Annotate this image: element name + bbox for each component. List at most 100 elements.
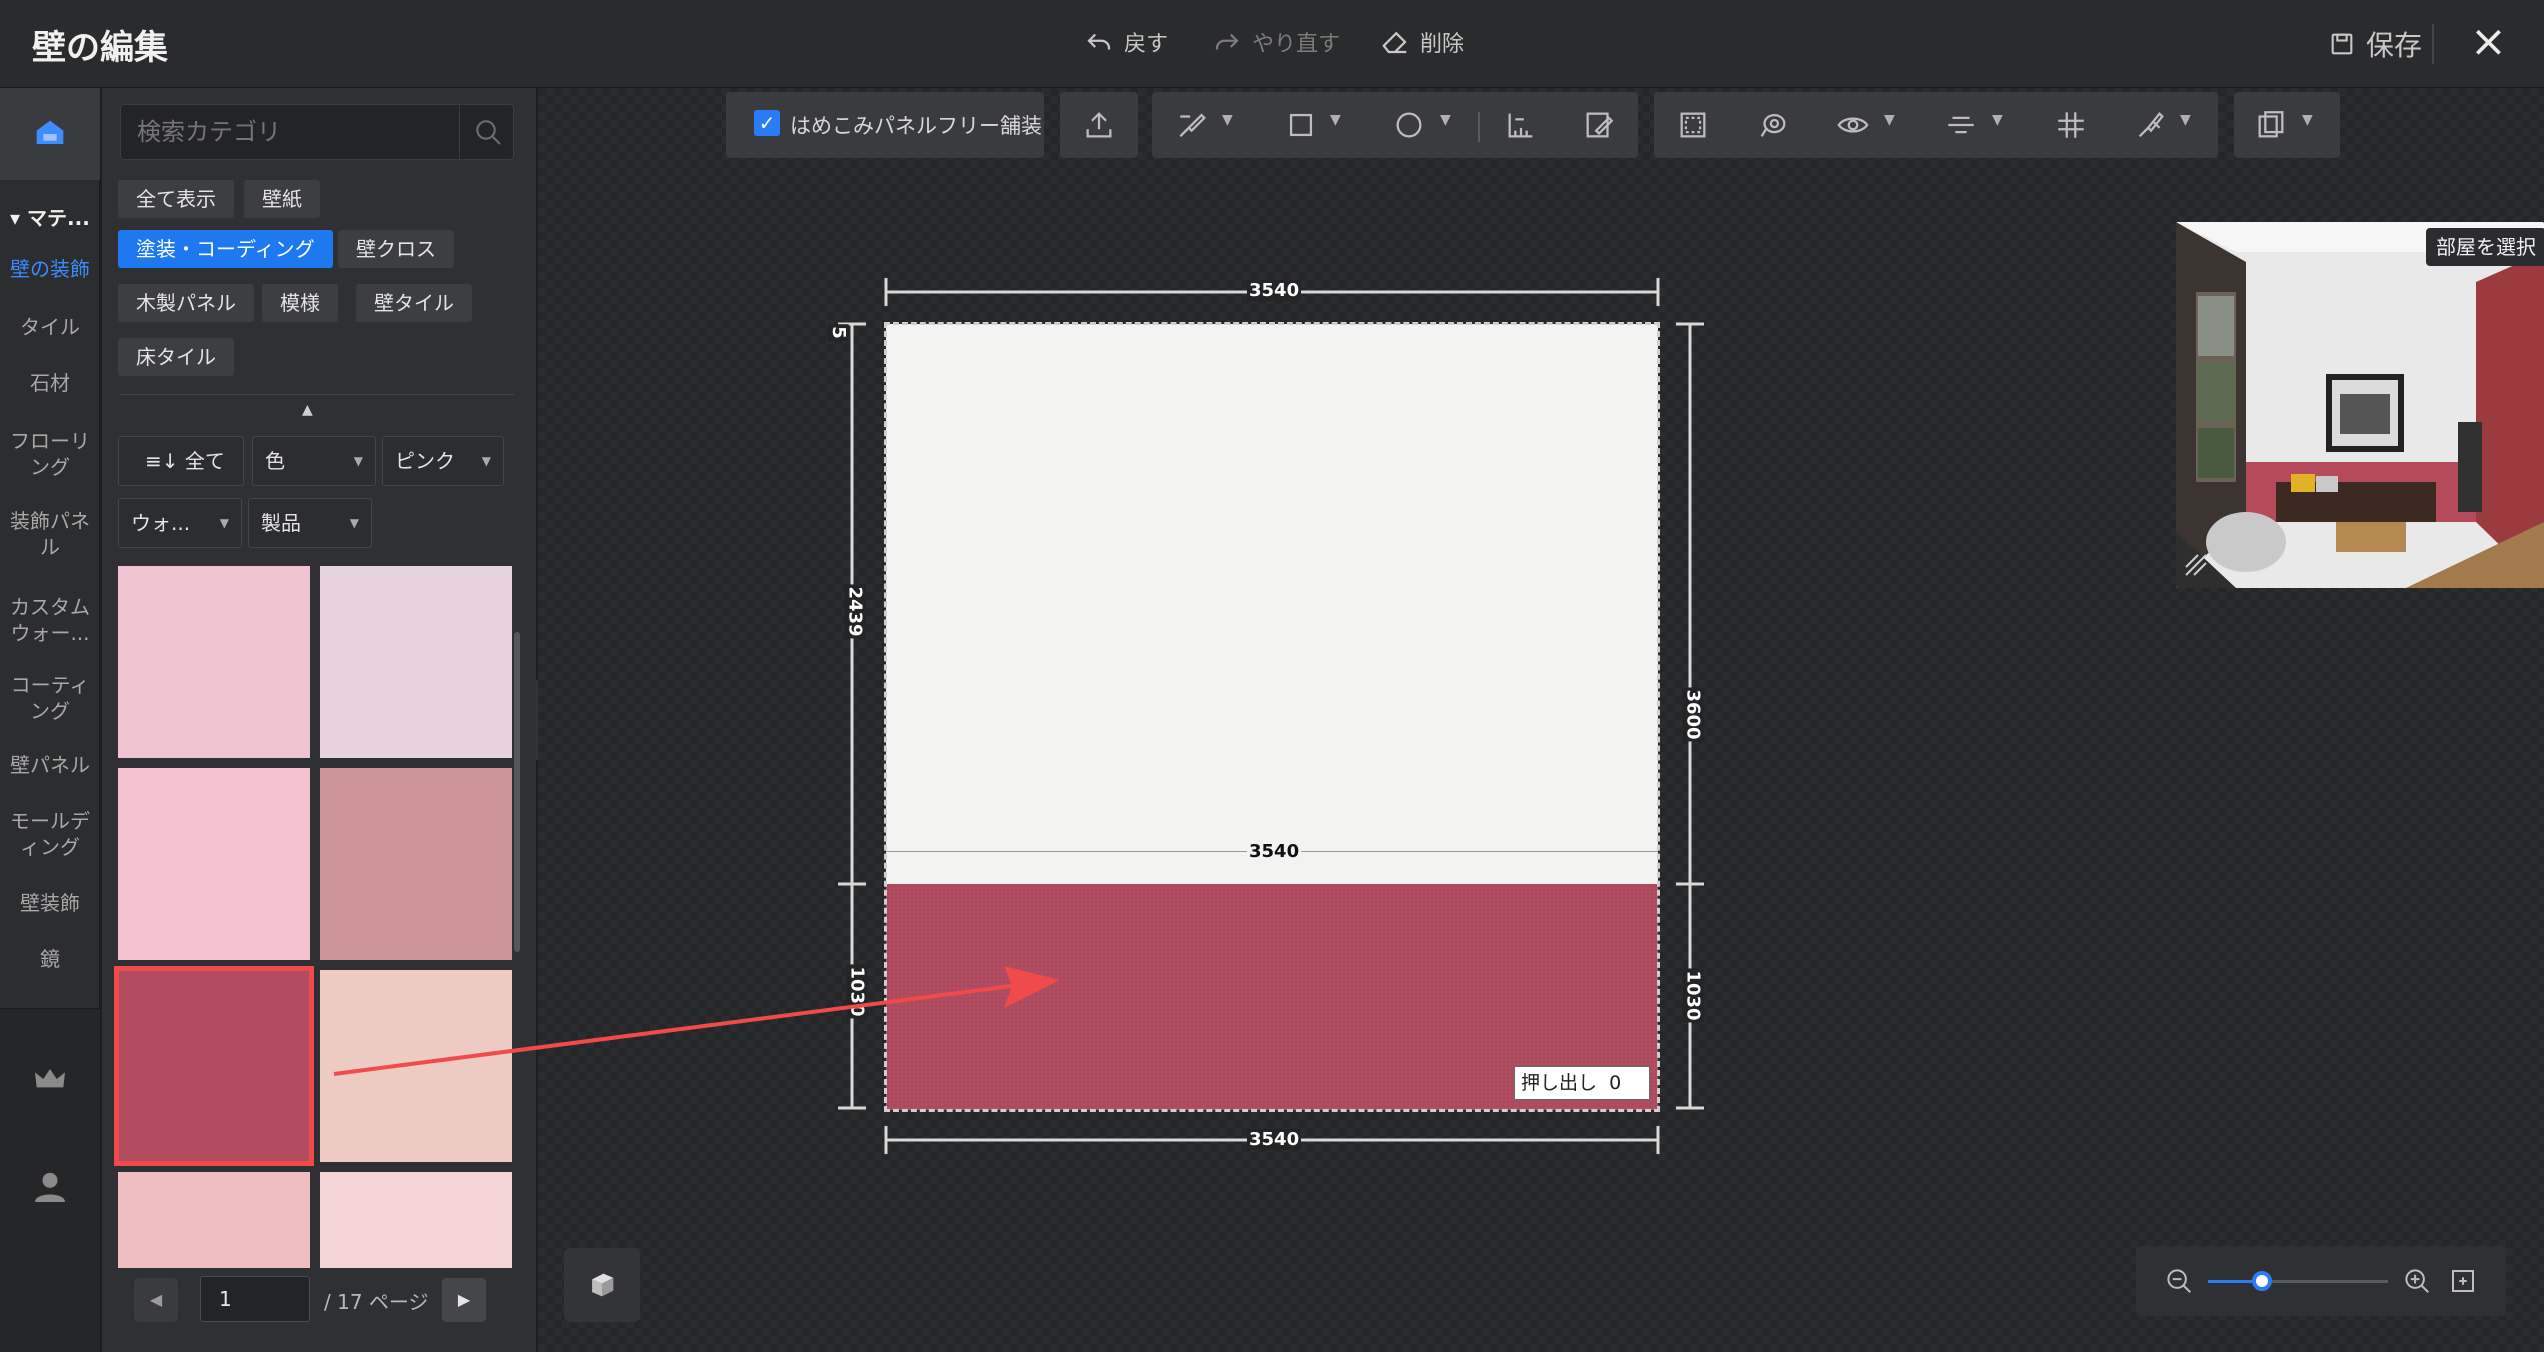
chevron-down-icon[interactable]: ▼: [1330, 112, 1341, 128]
rectangle-icon[interactable]: [1284, 108, 1318, 142]
search-button[interactable]: [459, 105, 515, 159]
rail-item-stone[interactable]: 石材: [0, 370, 100, 396]
materials-tab[interactable]: [0, 88, 100, 180]
divider: [2432, 24, 2434, 64]
room-3d-preview[interactable]: [2176, 222, 2544, 588]
material-swatch[interactable]: [118, 768, 310, 960]
material-swatch[interactable]: [320, 566, 512, 758]
rail-section-header[interactable]: ▾ マテ...: [10, 202, 90, 231]
zoom-in-icon[interactable]: [2402, 1266, 2432, 1296]
rail-item-flooring[interactable]: フローリング: [0, 428, 100, 480]
lasso-icon[interactable]: [1756, 108, 1790, 142]
zoom-slider-thumb[interactable]: [2252, 1271, 2272, 1291]
undo-icon: [1087, 33, 1111, 50]
next-page-button[interactable]: ▶: [442, 1278, 486, 1322]
sort-icon: ≡↓: [145, 449, 185, 473]
rail-item-mirror[interactable]: 鏡: [0, 946, 100, 972]
paving-checkbox-label: はめこみパネルフリー舗装: [790, 114, 1042, 138]
rail-item-wall-decor[interactable]: 壁の装飾: [0, 256, 100, 282]
material-swatch[interactable]: [118, 566, 310, 758]
material-swatch[interactable]: [114, 966, 314, 1166]
chip-wall-tile[interactable]: 壁タイル: [356, 284, 472, 322]
upload-icon[interactable]: [1082, 108, 1116, 142]
rail-item-molding[interactable]: モールディング: [0, 808, 100, 860]
color-value-label: ピンク: [395, 449, 455, 473]
chevron-down-icon[interactable]: ▼: [1884, 112, 1895, 128]
delete-button[interactable]: 削除: [1380, 26, 1464, 58]
rail-item-decor-panel[interactable]: 装飾パネル: [0, 508, 100, 560]
search-box: [120, 104, 514, 160]
chevron-down-icon: ▼: [219, 516, 229, 530]
close-button[interactable]: ×: [2470, 20, 2507, 64]
dimension-lower-height-right: 1030: [1682, 968, 1704, 1023]
extrude-field[interactable]: 押し出し 0: [1514, 1066, 1650, 1100]
page-total: / 17 ページ: [324, 1290, 429, 1314]
color-filter-label: 色: [265, 449, 285, 473]
rail-item-custom-wall[interactable]: カスタムウォー...: [0, 594, 100, 646]
chevron-down-icon[interactable]: ▼: [2180, 112, 2191, 128]
rail-item-wall-panel[interactable]: 壁パネル: [0, 752, 100, 778]
chip-wood-panel[interactable]: 木製パネル: [118, 284, 254, 322]
search-icon: [475, 120, 501, 145]
undo-button[interactable]: 戻す: [1084, 26, 1168, 58]
brush-icon[interactable]: [2134, 108, 2168, 142]
material-swatch[interactable]: [320, 768, 512, 960]
measure-icon[interactable]: [1504, 108, 1538, 142]
room-render-image: [2176, 222, 2544, 588]
prev-page-button[interactable]: ◀: [134, 1278, 178, 1322]
color-filter[interactable]: 色 ▼: [252, 436, 376, 486]
view-3d-button[interactable]: [564, 1248, 640, 1322]
divider: [120, 394, 514, 395]
chevron-down-icon[interactable]: ▼: [2302, 112, 2313, 128]
chevron-right-icon: ▶: [457, 1290, 471, 1309]
chevron-down-icon: ▼: [349, 516, 359, 530]
eye-icon[interactable]: [1836, 108, 1870, 142]
rail-bottom: [0, 1008, 100, 1352]
cube-icon: [592, 1273, 614, 1297]
save-button[interactable]: 保存: [2328, 24, 2422, 64]
scrollbar[interactable]: [514, 632, 520, 952]
material-swatch[interactable]: [320, 970, 512, 1162]
chip-pattern[interactable]: 模様: [262, 284, 338, 322]
chip-paint-coating[interactable]: 塗装・コーディング: [118, 230, 333, 268]
paving-checkbox[interactable]: ✓: [754, 110, 780, 136]
sort-filter[interactable]: ≡↓ 全て: [118, 436, 244, 486]
save-icon: [2331, 33, 2353, 55]
zoom-out-icon[interactable]: [2164, 1266, 2194, 1296]
crown-icon[interactable]: [30, 1059, 70, 1099]
draw-path-icon[interactable]: [1176, 108, 1210, 142]
room-select-button[interactable]: 部屋を選択: [2426, 228, 2544, 266]
wall-type-label: ウォ...: [131, 511, 191, 535]
redo-button[interactable]: やり直す: [1212, 26, 1340, 58]
dimension-lines: [838, 278, 1704, 1154]
color-value-filter[interactable]: ピンク ▼: [382, 436, 504, 486]
fit-view-icon[interactable]: [2448, 1266, 2478, 1296]
edit-area-icon[interactable]: [1582, 108, 1616, 142]
align-icon[interactable]: [1944, 108, 1978, 142]
collapse-caret-icon[interactable]: ▲: [302, 402, 313, 418]
rail-item-tile[interactable]: タイル: [0, 314, 100, 340]
material-panel: 全て表示 壁紙 塗装・コーディング 壁クロス 木製パネル 模様 壁タイル 床タイ…: [102, 88, 536, 1352]
page-number-input[interactable]: 1: [200, 1276, 310, 1322]
chevron-down-icon[interactable]: ▼: [1440, 112, 1451, 128]
search-input[interactable]: [137, 105, 447, 159]
undo-label: 戻す: [1124, 32, 1169, 57]
product-filter[interactable]: 製品 ▼: [248, 498, 372, 548]
chip-floor-tile[interactable]: 床タイル: [118, 338, 234, 376]
chip-all[interactable]: 全て表示: [118, 180, 234, 218]
rail-item-wall-ornament[interactable]: 壁装飾: [0, 890, 100, 916]
chevron-down-icon[interactable]: ▼: [1222, 112, 1233, 128]
user-icon[interactable]: [30, 1167, 70, 1207]
chevron-down-icon[interactable]: ▼: [1992, 112, 2003, 128]
wall-type-filter[interactable]: ウォ... ▼: [118, 498, 242, 548]
layers-icon[interactable]: [2254, 108, 2288, 142]
rail-item-coating[interactable]: コーティング: [0, 672, 100, 724]
dimension-middle-width: 3540: [1247, 841, 1302, 862]
grid-icon[interactable]: [2054, 108, 2088, 142]
select-frame-icon[interactable]: [1676, 108, 1710, 142]
circle-icon[interactable]: [1392, 108, 1426, 142]
eraser-icon: [1382, 31, 1407, 54]
chip-wall-cloth[interactable]: 壁クロス: [338, 230, 454, 268]
chip-wallpaper[interactable]: 壁紙: [244, 180, 320, 218]
check-icon: ✓: [758, 111, 776, 135]
